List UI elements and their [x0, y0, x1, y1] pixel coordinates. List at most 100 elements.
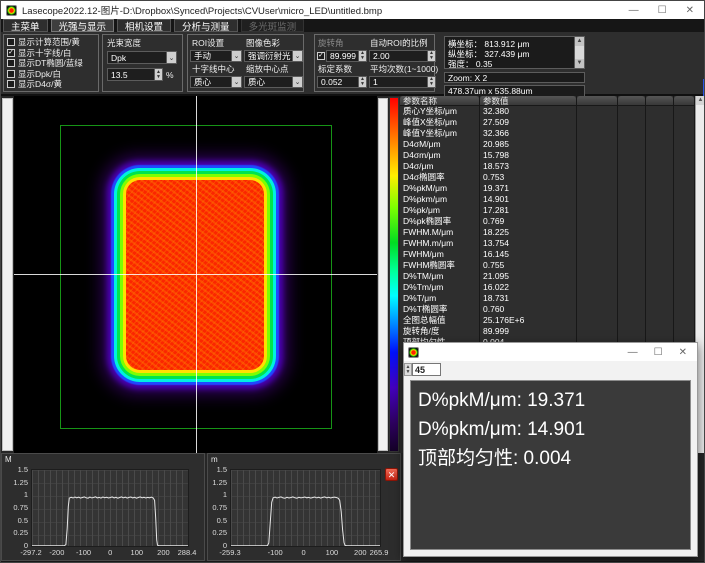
param-value-cell[interactable]: 17.281 [480, 205, 576, 216]
chevron-down-icon[interactable]: ⌄ [292, 77, 302, 87]
minimize-button[interactable]: — [629, 5, 639, 16]
image-left-scrollbar[interactable] [2, 98, 13, 451]
image-color-label: 图像色彩 [244, 37, 303, 49]
param-name-cell[interactable]: 全图总幅值 [400, 315, 479, 326]
scroll-down-icon[interactable]: ▼ [575, 59, 584, 68]
param-name-cell[interactable]: D%T椭圆率 [400, 304, 479, 315]
column-header[interactable] [577, 96, 617, 106]
param-name-cell[interactable]: D4σ椭圆率 [400, 172, 479, 183]
scroll-up-icon[interactable]: ▲ [575, 37, 584, 46]
param-value-cell[interactable]: 19.371 [480, 183, 576, 194]
crosshair-center-label: 十字线中心 [190, 63, 242, 75]
beam-width-mode-select[interactable]: Dpk ⌄ [107, 51, 177, 64]
spinner-arrows-icon[interactable]: ▲▼ [358, 77, 366, 87]
average-count-input[interactable]: 1 ▲▼ [369, 76, 436, 88]
image-color-select[interactable]: 强调衍射光 ⌄ [244, 50, 303, 62]
column-header[interactable] [646, 96, 673, 106]
param-name-cell[interactable]: D%pkM/μm [400, 183, 479, 194]
chevron-down-icon[interactable]: ⌄ [231, 77, 241, 87]
rotation-angle-checkbox[interactable] [317, 52, 325, 60]
spinner-arrows-icon[interactable]: ▲▼ [358, 51, 366, 61]
param-value-cell[interactable]: 25.176E+6 [480, 315, 576, 326]
param-value-cell[interactable]: 0.753 [480, 172, 576, 183]
param-value-cell[interactable]: 21.095 [480, 271, 576, 282]
popup-value-input[interactable] [412, 363, 441, 376]
param-name-cell[interactable]: 旋转角/度 [400, 326, 479, 337]
checkbox[interactable] [7, 70, 15, 78]
param-value-cell[interactable]: 18.731 [480, 293, 576, 304]
auto-roi-ratio-input[interactable]: 2.00 ▲▼ [369, 50, 436, 62]
spinner-arrows-icon[interactable]: ▲▼ [154, 69, 162, 80]
popup-close-button[interactable]: ✕ [679, 347, 687, 358]
param-name-cell[interactable]: D%pkm/μm [400, 194, 479, 205]
tab-主菜单[interactable]: 主菜单 [3, 19, 48, 32]
roi-mode-select[interactable]: 手动 ⌄ [190, 50, 242, 62]
spinner-arrows-icon[interactable]: ▲▼ [427, 77, 435, 87]
spinner-arrows-icon[interactable]: ▲▼ [427, 51, 435, 61]
column-header[interactable]: 参数值 [480, 96, 576, 106]
param-name-cell[interactable]: FWHM椭圆率 [400, 260, 479, 271]
checkbox[interactable] [7, 59, 15, 67]
param-name-cell[interactable]: D4σM/μm [400, 139, 479, 150]
tab-光强与显示[interactable]: 光强与显示 [51, 19, 115, 32]
image-right-scrollbar[interactable] [378, 98, 388, 451]
column-header[interactable] [618, 96, 645, 106]
popup-spinner-arrows-icon[interactable]: ▲▼ [404, 363, 412, 376]
chevron-down-icon[interactable]: ⌄ [231, 51, 241, 61]
crosshair-center-select[interactable]: 质心 ⌄ [190, 76, 242, 88]
param-value-cell[interactable]: 15.798 [480, 150, 576, 161]
column-header[interactable]: 参数名称 [400, 96, 479, 106]
beam-width-percent-input[interactable]: 13.5 ▲▼ [107, 68, 163, 81]
param-name-cell[interactable]: D%Tm/μm [400, 282, 479, 293]
param-name-cell[interactable]: 峰值Y坐标/μm [400, 128, 479, 139]
param-name-cell[interactable]: FWHM.m/μm [400, 238, 479, 249]
beam-image-view[interactable] [14, 96, 377, 453]
close-button[interactable]: ✕ [686, 5, 694, 16]
rotation-angle-input[interactable]: 89.999 ▲▼ [326, 50, 367, 62]
param-name-cell[interactable]: D%TM/μm [400, 271, 479, 282]
param-value-cell[interactable]: 89.999 [480, 326, 576, 337]
y-tick-label: 0.75 [203, 503, 227, 512]
zoom-center-select[interactable]: 质心 ⌄ [244, 76, 303, 88]
readout-scrollbar[interactable]: ▲ ▼ [574, 37, 584, 68]
checkbox[interactable] [7, 49, 15, 57]
param-value-cell[interactable]: 32.366 [480, 128, 576, 139]
chart-close-button[interactable]: ✕ [385, 468, 398, 481]
param-name-cell[interactable]: 峰值X坐标/μm [400, 117, 479, 128]
popup-minimize-button[interactable]: — [628, 347, 638, 358]
scroll-up-icon[interactable]: ▲ [696, 96, 705, 105]
param-value-cell[interactable]: 14.901 [480, 194, 576, 205]
param-value-cell[interactable]: 18.225 [480, 227, 576, 238]
param-name-cell[interactable]: 质心Y坐标/μm [400, 106, 479, 117]
param-value-cell[interactable]: 13.754 [480, 238, 576, 249]
column-header[interactable] [674, 96, 694, 106]
tab-相机设置[interactable]: 相机设置 [117, 19, 171, 32]
checkbox[interactable] [7, 80, 15, 88]
param-name-cell[interactable]: FWHM.M/μm [400, 227, 479, 238]
display-option-row[interactable]: 显示D4σ/黄 [7, 79, 98, 90]
popup-title-bar: — ☐ ✕ [404, 343, 697, 361]
param-name-cell[interactable]: D4σ/μm [400, 161, 479, 172]
maximize-button[interactable]: ☐ [658, 5, 667, 16]
param-value-cell[interactable]: 0.760 [480, 304, 576, 315]
param-value-cell[interactable]: 18.573 [480, 161, 576, 172]
y-tick-label: 0.25 [203, 528, 227, 537]
param-name-cell[interactable]: D%T/μm [400, 293, 479, 304]
param-value-cell[interactable]: 27.509 [480, 117, 576, 128]
param-value-cell[interactable]: 16.022 [480, 282, 576, 293]
param-value-cell[interactable]: 0.755 [480, 260, 576, 271]
calibration-factor-input[interactable]: 0.052 ▲▼ [317, 76, 367, 88]
param-value-cell[interactable]: 0.769 [480, 216, 576, 227]
popup-maximize-button[interactable]: ☐ [654, 347, 663, 358]
param-name-cell[interactable]: D%pk椭圆率 [400, 216, 479, 227]
param-value-cell[interactable]: 16.145 [480, 249, 576, 260]
chevron-down-icon[interactable]: ⌄ [166, 52, 176, 63]
param-name-cell[interactable]: FWHM/μm [400, 249, 479, 260]
tab-分析与测量[interactable]: 分析与测量 [174, 19, 238, 32]
chevron-down-icon[interactable]: ⌄ [292, 51, 302, 61]
param-name-cell[interactable]: D4σm/μm [400, 150, 479, 161]
param-name-cell[interactable]: D%pk/μm [400, 205, 479, 216]
param-value-cell[interactable]: 32.380 [480, 106, 576, 117]
checkbox[interactable] [7, 38, 15, 46]
param-value-cell[interactable]: 20.985 [480, 139, 576, 150]
